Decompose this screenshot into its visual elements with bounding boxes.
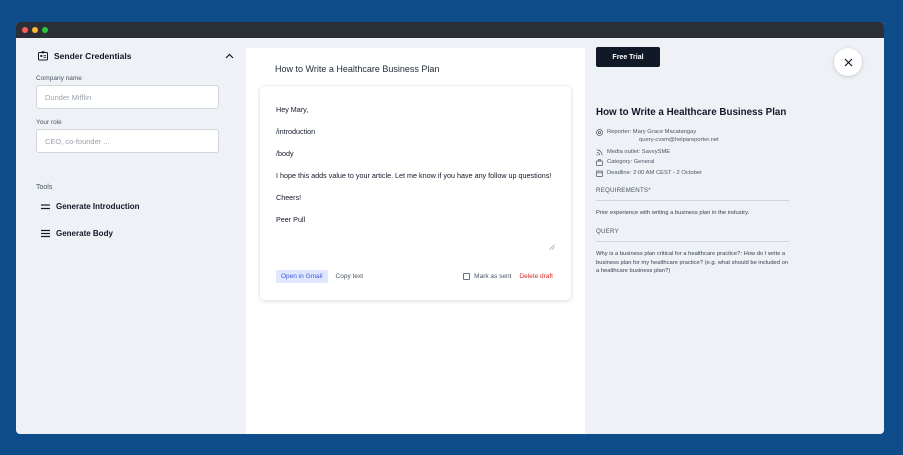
draft-card: Hey Mary, /introduction /body I hope thi…: [260, 86, 571, 300]
reporter-text: Reporter: Mary Grace Macatangay: [607, 129, 697, 135]
deadline-row: Deadline: 2:00 AM CEST - 2 October: [596, 169, 702, 177]
query-label: QUERY: [596, 228, 619, 235]
sidebar-title: Sender Credentials: [38, 51, 131, 61]
maximize-window-dot[interactable]: [42, 27, 48, 33]
resize-handle-icon[interactable]: [549, 244, 555, 250]
requirements-label: REQUIREMENTS*: [596, 187, 651, 194]
title-bar: [16, 22, 884, 38]
close-button[interactable]: [834, 48, 862, 76]
checkbox-box[interactable]: [463, 272, 471, 280]
mark-as-sent-label: Mark as sent: [474, 272, 512, 280]
two-lines-icon: [41, 204, 50, 210]
at-sign-icon: [596, 128, 603, 136]
sidebar-title-label: Sender Credentials: [54, 51, 132, 61]
free-trial-button[interactable]: Free Trial: [596, 47, 660, 67]
open-in-gmail-button[interactable]: Open in Gmail: [276, 269, 328, 283]
your-role-label: Your role: [36, 119, 62, 126]
requirements-text: Prior experience with writing a business…: [596, 210, 750, 216]
delete-draft-button[interactable]: Delete draft: [519, 273, 553, 280]
tool-label: Generate Body: [56, 229, 113, 238]
reporter-row: Reporter: Mary Grace Macatangay: [596, 128, 696, 136]
draft-paragraph: Cheers!: [276, 193, 302, 202]
draft-paragraph: /introduction: [276, 127, 316, 136]
draft-paragraph: I hope this adds value to your article. …: [276, 171, 552, 180]
minimize-window-dot[interactable]: [32, 27, 38, 33]
company-name-label: Company name: [36, 75, 82, 82]
chevron-up-icon[interactable]: [225, 53, 234, 59]
briefcase-icon: [596, 158, 603, 166]
draft-paragraph: /body: [276, 149, 294, 158]
query-title: How to Write a Healthcare Business Plan: [596, 107, 787, 118]
reporter-email: query-cvsm@helpareporter.net: [639, 137, 719, 143]
mark-as-sent-checkbox[interactable]: Mark as sent: [463, 272, 512, 280]
close-icon: [844, 58, 852, 66]
tools-label: Tools: [36, 184, 53, 191]
draft-title: How to Write a Healthcare Business Plan: [275, 64, 440, 74]
copy-text-button[interactable]: Copy text: [336, 273, 363, 280]
app-window: Sender Credentials Company name Your rol…: [16, 22, 884, 434]
draft-paragraph: Hey Mary,: [276, 105, 309, 114]
deadline-text: Deadline: 2:00 AM CEST - 2 October: [607, 170, 702, 176]
generate-body-button[interactable]: Generate Body: [41, 229, 113, 238]
main-content: Sender Credentials Company name Your rol…: [16, 38, 884, 434]
generate-introduction-button[interactable]: Generate Introduction: [41, 202, 140, 211]
media-outlet-row: Media outlet: SavvySME: [596, 148, 670, 156]
your-role-input[interactable]: [36, 129, 219, 153]
close-window-dot[interactable]: [22, 27, 28, 33]
category-text: Category: General: [607, 159, 655, 165]
company-name-input[interactable]: [36, 85, 219, 109]
draft-paragraph: Peer Pull: [276, 215, 306, 224]
rss-icon: [596, 149, 603, 155]
draft-textarea[interactable]: Hey Mary, /introduction /body I hope thi…: [276, 104, 561, 236]
id-card-icon: [38, 51, 48, 61]
three-lines-icon: [41, 229, 50, 238]
details-panel: Free Trial How to Write a Healthcare Bus…: [596, 38, 884, 434]
sidebar-header[interactable]: Sender Credentials: [38, 51, 234, 61]
sidebar: Sender Credentials Company name Your rol…: [16, 38, 236, 434]
calendar-icon: [596, 170, 603, 177]
category-row: Category: General: [596, 158, 654, 166]
media-outlet-text: Media outlet: SavvySME: [607, 149, 671, 155]
query-text: Why is a business plan critical for a he…: [596, 251, 789, 274]
draft-actions: Open in Gmail Copy text Mark as sent Del…: [276, 269, 553, 283]
divider: [596, 200, 789, 201]
divider: [596, 241, 789, 242]
tool-label: Generate Introduction: [56, 202, 140, 211]
draft-panel: How to Write a Healthcare Business Plan …: [246, 48, 585, 434]
